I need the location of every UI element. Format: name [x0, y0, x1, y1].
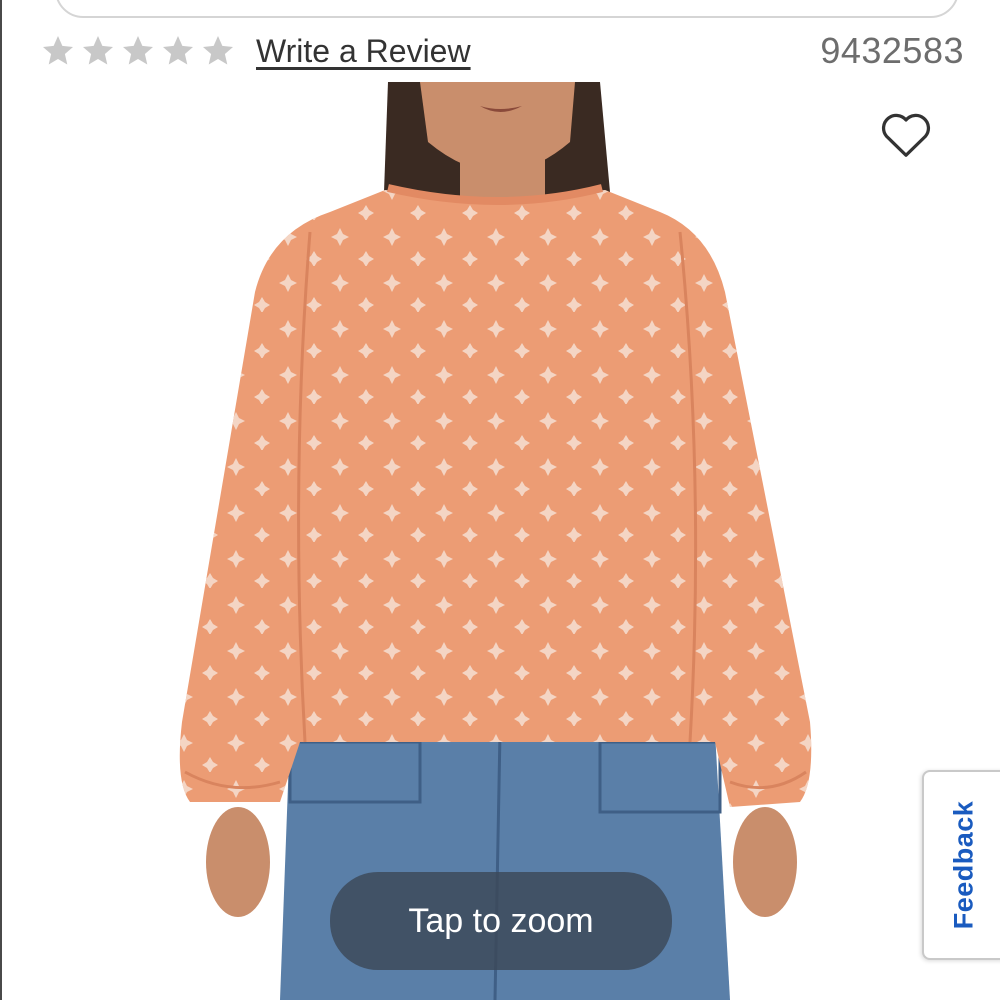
product-id: 9432583: [820, 30, 964, 71]
left-edge-divider: [0, 0, 2, 1000]
product-detail-page: Write a Review 9432583 Tap to zoom Feedb…: [0, 0, 1000, 1000]
star-icon: [83, 36, 113, 65]
star-icon: [163, 36, 193, 65]
star-icon: [203, 36, 233, 65]
rating-row: Write a Review: [40, 26, 471, 76]
favorite-button[interactable]: [876, 104, 936, 164]
heart-outline-icon: [881, 113, 931, 157]
product-image[interactable]: [170, 82, 830, 1000]
feedback-label: Feedback: [948, 800, 979, 930]
star-icon: [43, 36, 73, 65]
write-review-link[interactable]: Write a Review: [256, 33, 471, 70]
star-icon: [123, 36, 153, 65]
feedback-tab[interactable]: Feedback: [922, 770, 1000, 960]
tap-to-zoom-button[interactable]: Tap to zoom: [330, 872, 672, 970]
star-rating: [40, 33, 236, 69]
search-bar-edge: [55, 0, 959, 18]
